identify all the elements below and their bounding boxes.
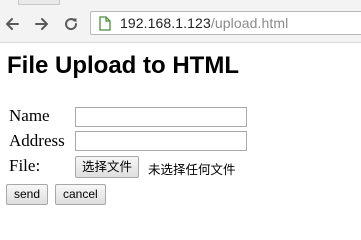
arrow-right-icon <box>35 18 48 30</box>
reload-button[interactable] <box>60 13 82 35</box>
no-file-chosen-text: 未选择任何文件 <box>148 162 236 177</box>
forward-button[interactable] <box>31 13 53 35</box>
address-input[interactable] <box>75 131 247 151</box>
browser-toolbar: 192.168.1.123/upload.html <box>0 6 361 43</box>
arrow-left-icon <box>6 18 19 30</box>
address-label: Address <box>9 131 65 150</box>
url-host: 192.168.1.123 <box>120 15 211 31</box>
url-path: /upload.html <box>210 15 289 31</box>
file-label: File: <box>9 156 41 175</box>
page-title: File Upload to HTML <box>7 52 239 79</box>
address-bar[interactable]: 192.168.1.123/upload.html <box>90 11 361 35</box>
name-label: Name <box>9 106 50 125</box>
choose-file-button[interactable]: 选择文件 <box>75 156 140 178</box>
back-button[interactable] <box>1 13 23 35</box>
cancel-button[interactable]: cancel <box>55 184 106 205</box>
send-button[interactable]: send <box>6 184 49 205</box>
url-text: 192.168.1.123/upload.html <box>120 15 288 31</box>
reload-icon <box>65 18 78 31</box>
page-icon <box>98 15 112 31</box>
browser-tab[interactable] <box>18 0 60 5</box>
name-input[interactable] <box>75 107 247 127</box>
